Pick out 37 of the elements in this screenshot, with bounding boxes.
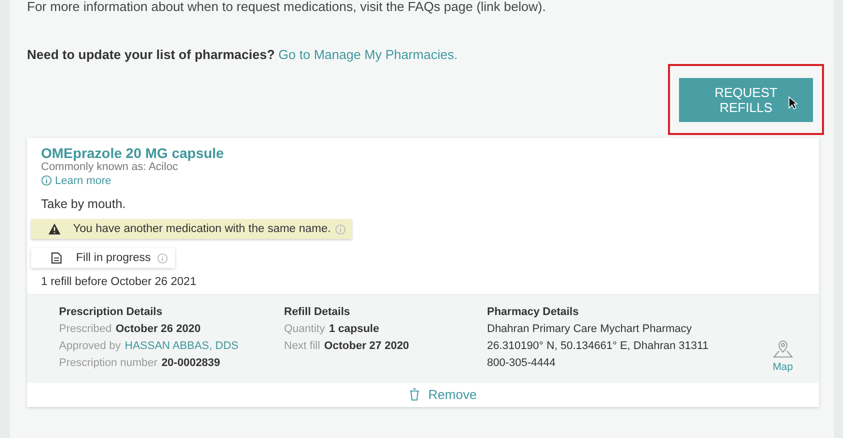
trash-icon	[409, 388, 420, 401]
document-icon	[51, 252, 62, 264]
detail-label: Quantity	[284, 323, 325, 335]
known-as-text: Commonly known as: Aciloc	[41, 161, 179, 173]
detail-value: 20-0002839	[161, 357, 220, 369]
info-icon[interactable]	[156, 252, 168, 264]
warning-icon	[48, 223, 61, 235]
detail-label: Approved by	[59, 340, 121, 352]
detail-value: 26.310190° N, 50.134661° E, Dhahran 31311	[487, 340, 708, 352]
detail-value: 1 capsule	[328, 323, 380, 335]
map-link[interactable]: Map	[772, 339, 793, 376]
instructions-text: Take by mouth.	[41, 197, 127, 211]
detail-value: 800-305-4444	[487, 357, 556, 369]
map-pin-icon	[772, 339, 793, 359]
detail-value: October 27 2020	[324, 340, 410, 352]
manage-pharmacies-link[interactable]: Go to Manage My Pharmacies.	[278, 47, 458, 62]
detail-label: Prescribed	[59, 323, 112, 335]
refills-text: 1 refill before October 26 2021	[41, 276, 198, 288]
details-heading: Refill Details	[284, 305, 352, 320]
request-refills-button[interactable]: REQUEST REFILLS	[679, 78, 813, 122]
remove-button[interactable]: Remove	[409, 387, 477, 402]
medication-name[interactable]: OMEprazole 20 MG capsule	[41, 145, 805, 161]
details-heading: Pharmacy Details	[487, 305, 580, 320]
warning-text: You have another medication with the same name.	[73, 223, 331, 235]
details-heading: Prescription Details	[59, 305, 164, 320]
detail-value: Dhahran Primary Care Mychart Pharmacy	[487, 323, 692, 335]
detail-link[interactable]: HASSAN ABBAS, DDS	[124, 340, 238, 352]
detail-value: October 26 2020	[116, 323, 201, 335]
info-text: For more information about when to request medications, visit the FAQs page (link below).	[27, 0, 547, 15]
pharmacy-question: Need to update your list of pharmacies?	[27, 47, 275, 62]
info-icon[interactable]	[334, 224, 346, 234]
learn-more-link[interactable]: Learn more	[41, 174, 112, 186]
cursor-icon	[788, 96, 798, 110]
detail-label: Prescription number	[59, 357, 158, 369]
detail-label: Next fill	[284, 340, 320, 352]
status-text: Fill in progress	[76, 252, 151, 264]
info-icon	[41, 175, 52, 186]
